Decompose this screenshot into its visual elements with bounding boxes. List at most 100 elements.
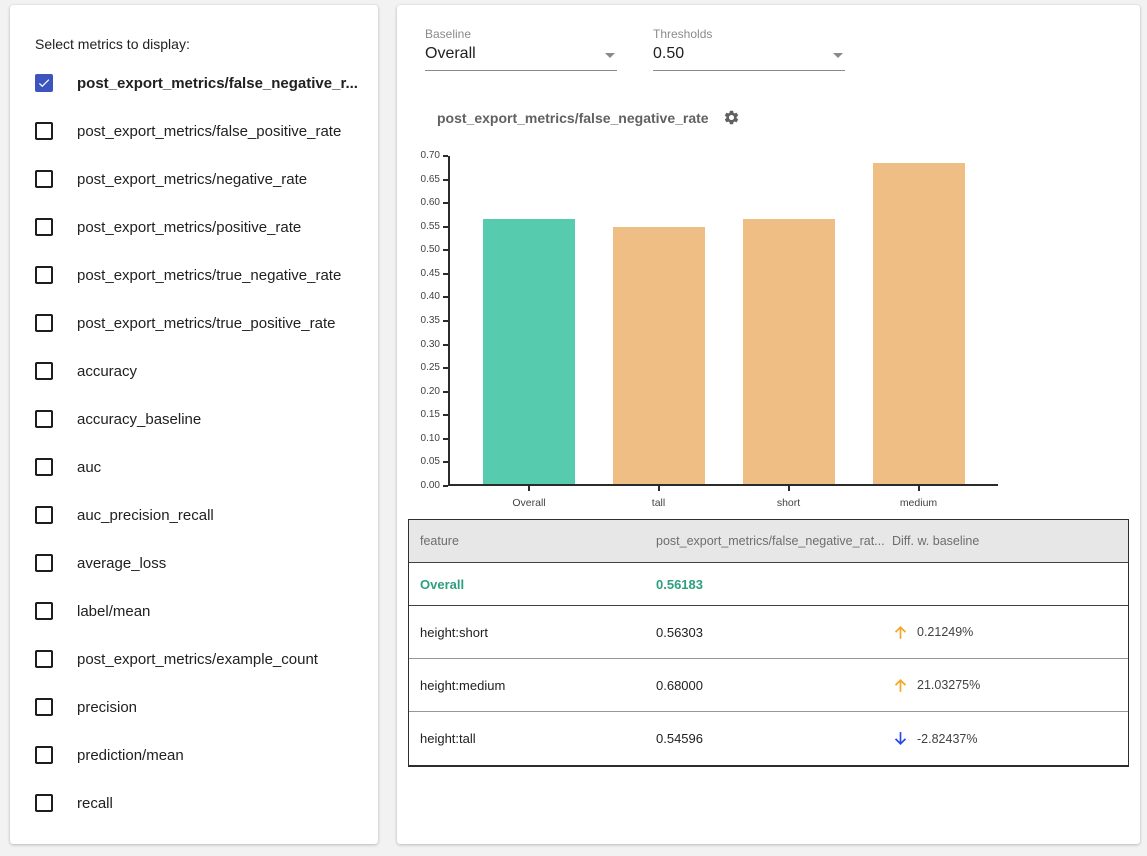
y-axis-tick <box>443 367 448 369</box>
table-header-row: feature post_export_metrics/false_negati… <box>409 520 1128 563</box>
metric-item-recall[interactable]: recall <box>10 779 378 827</box>
metric-item-accuracy[interactable]: accuracy <box>10 347 378 395</box>
metric-item-post-export-metrics-false-positive-rate[interactable]: post_export_metrics/false_positive_rate <box>10 107 378 155</box>
diff-cell: -2.82437% <box>881 730 1128 747</box>
metric-value-cell: 0.56183 <box>645 577 881 592</box>
checkbox-unchecked-icon[interactable] <box>35 746 53 764</box>
y-axis-tick-label: 0.35 <box>404 316 440 326</box>
x-axis-tick <box>658 486 660 491</box>
y-axis-tick <box>443 179 448 181</box>
bar-tall[interactable] <box>613 227 705 484</box>
x-axis-tick-label: short <box>743 497 835 509</box>
metric-item-auc[interactable]: auc <box>10 443 378 491</box>
y-axis-tick <box>443 202 448 204</box>
table-header-feature: feature <box>409 534 645 548</box>
metric-item-label: average_loss <box>77 555 166 572</box>
y-axis-tick-label: 0.70 <box>404 151 440 161</box>
checkbox-unchecked-icon[interactable] <box>35 218 53 236</box>
metric-item-auc-precision-recall[interactable]: auc_precision_recall <box>10 491 378 539</box>
baseline-dropdown-label: Baseline <box>425 27 617 41</box>
chart-title: post_export_metrics/false_negative_rate <box>437 110 709 126</box>
settings-gear-icon[interactable] <box>723 109 740 126</box>
metric-item-post-export-metrics-positive-rate[interactable]: post_export_metrics/positive_rate <box>10 203 378 251</box>
metric-item-post-export-metrics-true-negative-rate[interactable]: post_export_metrics/true_negative_rate <box>10 251 378 299</box>
y-axis-tick-label: 0.30 <box>404 340 440 350</box>
checkbox-unchecked-icon[interactable] <box>35 410 53 428</box>
metric-item-label: accuracy_baseline <box>77 411 201 428</box>
sidebar-title: Select metrics to display: <box>35 36 190 52</box>
metric-item-average-loss[interactable]: average_loss <box>10 539 378 587</box>
checkbox-unchecked-icon[interactable] <box>35 554 53 572</box>
metric-item-label: recall <box>77 795 113 812</box>
checkbox-unchecked-icon[interactable] <box>35 122 53 140</box>
metric-item-label: post_export_metrics/false_positive_rate <box>77 123 341 140</box>
metric-item-label: prediction/mean <box>77 747 184 764</box>
metric-item-label: post_export_metrics/true_positive_rate <box>77 315 335 332</box>
y-axis-tick-label: 0.40 <box>404 292 440 302</box>
metric-item-label: accuracy <box>77 363 137 380</box>
arrow-up-icon <box>892 677 909 694</box>
table-row-height-medium[interactable]: height:medium0.6800021.03275% <box>409 659 1128 712</box>
y-axis-tick-label: 0.10 <box>404 434 440 444</box>
baseline-dropdown[interactable]: Baseline Overall <box>425 27 617 71</box>
metric-item-post-export-metrics-false-negative-r[interactable]: post_export_metrics/false_negative_r... <box>10 59 378 107</box>
chevron-down-icon <box>833 53 843 58</box>
metric-value-cell: 0.54596 <box>645 731 881 746</box>
fairness-results-panel: Baseline Overall Thresholds 0.50 post_ex… <box>397 5 1140 844</box>
metric-item-post-export-metrics-negative-rate[interactable]: post_export_metrics/negative_rate <box>10 155 378 203</box>
checkbox-unchecked-icon[interactable] <box>35 698 53 716</box>
checkbox-unchecked-icon[interactable] <box>35 362 53 380</box>
metric-item-label-mean[interactable]: label/mean <box>10 587 378 635</box>
x-axis-tick-label: Overall <box>483 497 575 509</box>
metric-item-label: post_export_metrics/negative_rate <box>77 171 307 188</box>
y-axis-tick-label: 0.20 <box>404 387 440 397</box>
y-axis-tick <box>443 249 448 251</box>
metric-item-prediction-mean[interactable]: prediction/mean <box>10 731 378 779</box>
y-axis-tick <box>443 438 448 440</box>
table-header-diff: Diff. w. baseline <box>881 534 1128 548</box>
y-axis-tick-label: 0.05 <box>404 457 440 467</box>
y-axis-tick-label: 0.60 <box>404 198 440 208</box>
feature-cell: Overall <box>409 577 645 592</box>
y-axis-tick-label: 0.00 <box>404 481 440 491</box>
checkbox-unchecked-icon[interactable] <box>35 314 53 332</box>
metric-item-post-export-metrics-true-positive-rate[interactable]: post_export_metrics/true_positive_rate <box>10 299 378 347</box>
x-axis-tick <box>918 486 920 491</box>
checkbox-unchecked-icon[interactable] <box>35 170 53 188</box>
checkbox-checked-icon[interactable] <box>35 74 53 92</box>
diff-cell: 0.21249% <box>881 624 1128 641</box>
x-axis-tick <box>528 486 530 491</box>
table-row-height-short[interactable]: height:short0.563030.21249% <box>409 606 1128 659</box>
metric-item-label: post_export_metrics/false_negative_r... <box>77 75 358 92</box>
checkbox-unchecked-icon[interactable] <box>35 458 53 476</box>
baseline-dropdown-value: Overall <box>425 45 476 63</box>
metric-list: post_export_metrics/false_negative_r...p… <box>10 59 378 827</box>
thresholds-dropdown[interactable]: Thresholds 0.50 <box>653 27 845 71</box>
table-row-height-tall[interactable]: height:tall0.54596-2.82437% <box>409 712 1128 765</box>
bar-Overall[interactable] <box>483 219 575 484</box>
checkbox-unchecked-icon[interactable] <box>35 602 53 620</box>
checkbox-unchecked-icon[interactable] <box>35 650 53 668</box>
metric-item-label: auc <box>77 459 101 476</box>
feature-cell: height:tall <box>409 731 645 746</box>
checkbox-unchecked-icon[interactable] <box>35 794 53 812</box>
y-axis-tick <box>443 155 448 157</box>
bar-short[interactable] <box>743 219 835 484</box>
metric-item-precision[interactable]: precision <box>10 683 378 731</box>
x-axis-tick <box>788 486 790 491</box>
checkbox-unchecked-icon[interactable] <box>35 266 53 284</box>
y-axis-tick <box>443 485 448 487</box>
checkbox-unchecked-icon[interactable] <box>35 506 53 524</box>
y-axis-tick <box>443 320 448 322</box>
y-axis-tick <box>443 344 448 346</box>
y-axis-tick <box>443 391 448 393</box>
y-axis-tick-label: 0.15 <box>404 410 440 420</box>
metric-item-label: post_export_metrics/positive_rate <box>77 219 301 236</box>
metric-item-post-export-metrics-example-count[interactable]: post_export_metrics/example_count <box>10 635 378 683</box>
y-axis-tick <box>443 461 448 463</box>
diff-cell: 21.03275% <box>881 677 1128 694</box>
metric-item-label: precision <box>77 699 137 716</box>
table-row-Overall[interactable]: Overall0.56183 <box>409 563 1128 606</box>
metric-item-accuracy-baseline[interactable]: accuracy_baseline <box>10 395 378 443</box>
bar-medium[interactable] <box>873 163 965 484</box>
